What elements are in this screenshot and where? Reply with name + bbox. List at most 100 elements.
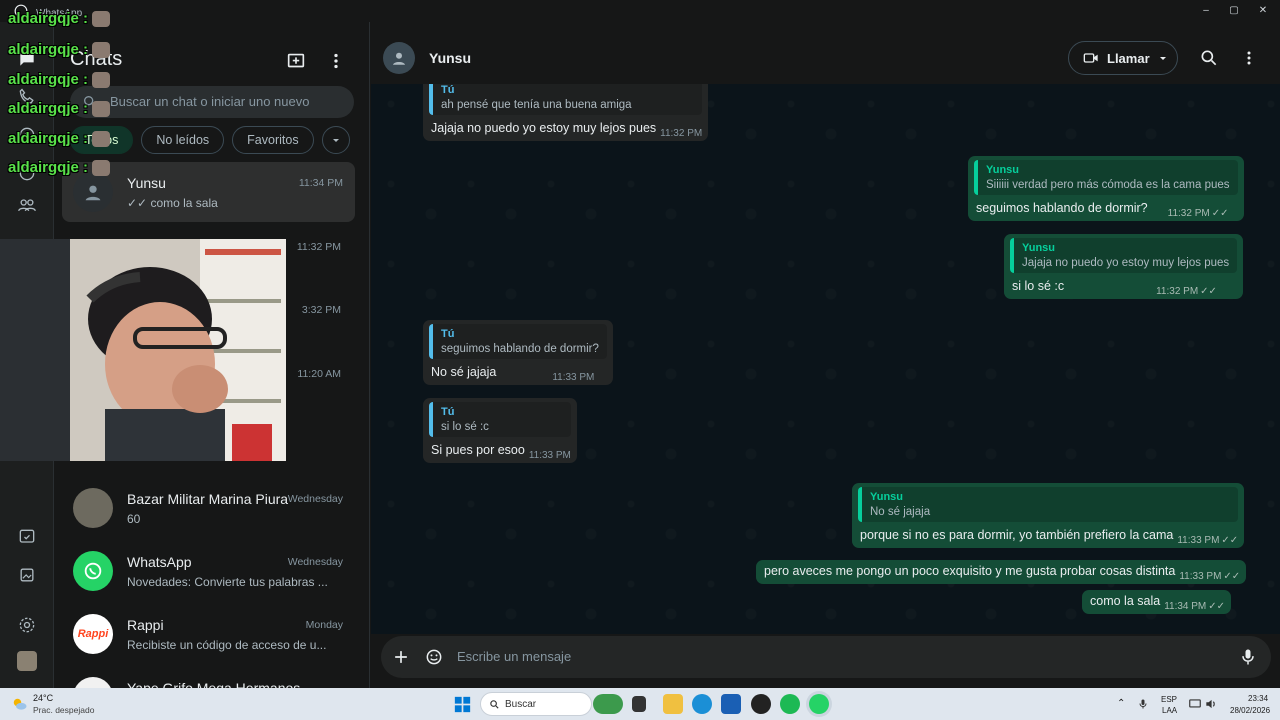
message-bubble-outgoing[interactable]: Yunsu Jajaja no puedo yo estoy muy lejos …: [1004, 234, 1244, 299]
chevron-down-icon: [332, 139, 339, 142]
chat-name: Yape Grifo Mega Hermanos: [127, 680, 301, 688]
close-button[interactable]: ✕: [1254, 4, 1272, 18]
rappi-logo-icon: Rappi: [77, 628, 109, 640]
conversation-pane: Yunsu Llamar Tú ah pensé que tenía una bu…: [371, 22, 1280, 688]
contact-avatar[interactable]: [383, 42, 415, 74]
chat-name: Yunsu: [127, 175, 166, 191]
filter-more-dropdown[interactable]: [321, 126, 350, 154]
weather-sun-cloud-icon: [13, 698, 27, 710]
new-chat-icon[interactable]: [285, 50, 307, 72]
filter-favorites[interactable]: Favoritos: [232, 126, 314, 154]
contact-name[interactable]: Yunsu: [429, 50, 471, 66]
double-check-icon: ✓✓: [1221, 535, 1239, 546]
chat-item-rappi[interactable]: Rappi Rappi Monday Recibiste un código d…: [62, 604, 355, 664]
profile-avatar[interactable]: [17, 651, 37, 671]
clock-date: 28/02/2026: [1230, 706, 1271, 715]
maximize-button[interactable]: ▢: [1225, 4, 1243, 18]
double-check-icon: ✓✓: [1211, 208, 1229, 219]
minimize-button[interactable]: –: [1197, 4, 1215, 18]
chat-item-whatsapp[interactable]: WhatsApp Wednesday Novedades: Convierte …: [62, 541, 355, 601]
settings-icon[interactable]: [14, 612, 40, 638]
quoted-message[interactable]: Yunsu No sé jajaja: [858, 487, 1239, 522]
chat-item-bazar[interactable]: Bazar Militar Marina Piura Wednesday 60: [62, 478, 355, 538]
emote-icon: [92, 131, 111, 148]
message-bubble-outgoing[interactable]: Yunsu No sé jajaja porque si no es para d…: [852, 483, 1245, 548]
quote-text: Siiiiii verdad pero más cómoda es la cam…: [986, 179, 1230, 191]
message-time: 11:33 PM: [1177, 535, 1220, 546]
chat-search-input[interactable]: Buscar un chat o iniciar uno nuevo: [70, 86, 354, 118]
emoji-sticker-icon[interactable]: [424, 647, 444, 667]
microphone-icon[interactable]: [1238, 647, 1258, 667]
task-view-icon[interactable]: [632, 696, 646, 712]
message-text: si lo sé :c: [1012, 279, 1065, 293]
message-bubble-incoming[interactable]: Tú ah pensé que tenía una buena amiga Jaj…: [423, 84, 709, 141]
file-explorer-icon[interactable]: [663, 694, 683, 714]
message-time: 11:32 PM: [660, 128, 703, 139]
message-bubble-incoming[interactable]: Tú si lo sé :c Si pues por esoo 11:33 PM: [423, 398, 577, 463]
filter-chips: Todos No leídos Favoritos: [70, 126, 350, 156]
message-list: Tú ah pensé que tenía una buena amiga Jaj…: [371, 84, 1280, 634]
search-icon: [490, 700, 499, 709]
media-gallery-icon[interactable]: [14, 562, 40, 588]
obs-studio-icon[interactable]: [751, 694, 771, 714]
quote-text: Jajaja no puedo yo estoy muy lejos pues: [1022, 257, 1230, 269]
message-bubble-outgoing[interactable]: como la sala 11:34 PM ✓✓: [1082, 590, 1232, 614]
chat-time: Monday: [305, 619, 343, 631]
menu-dots-icon[interactable]: [1239, 48, 1259, 68]
spotify-icon[interactable]: [780, 694, 800, 714]
message-bubble-outgoing[interactable]: Yunsu Siiiiii verdad pero más cómoda es l…: [968, 156, 1244, 221]
message-time: 11:32 PM: [1156, 286, 1199, 297]
quote-text: ah pensé que tenía una buena amiga: [441, 99, 632, 111]
whatsapp-window: WhatsApp – ▢ ✕ Chats Buscar un chat o in…: [0, 0, 1280, 688]
communities-icon[interactable]: [14, 192, 40, 218]
overlay-username: aldairgqje: [8, 130, 79, 147]
microphone-icon[interactable]: [1137, 697, 1149, 711]
quote-author: Yunsu: [1022, 242, 1056, 254]
call-button[interactable]: Llamar: [1068, 41, 1178, 75]
clock-time[interactable]: 23:34: [1248, 694, 1268, 703]
menu-dots-icon[interactable]: [325, 50, 347, 72]
filter-unread[interactable]: No leídos: [141, 126, 225, 154]
whatsapp-taskbar-icon[interactable]: [809, 694, 829, 714]
quoted-message[interactable]: Yunsu Siiiiii verdad pero más cómoda es l…: [974, 160, 1238, 195]
network-icon[interactable]: [1188, 697, 1202, 711]
taskbar-search-label: Buscar: [505, 699, 537, 710]
attach-plus-icon[interactable]: [391, 647, 411, 667]
input-language[interactable]: ESP: [1161, 695, 1177, 704]
quote-text: No sé jajaja: [870, 506, 931, 518]
emote-icon: [92, 42, 111, 59]
weather-temp[interactable]: 24°C: [33, 693, 53, 703]
quoted-message[interactable]: Tú seguimos hablando de dormir?: [429, 324, 607, 359]
emote-icon: [92, 101, 111, 118]
search-icon[interactable]: [1199, 48, 1219, 68]
double-check-icon: ✓✓: [1223, 571, 1241, 582]
quoted-message[interactable]: Tú si lo sé :c: [429, 402, 571, 437]
overlay-username: aldairgqje: [8, 10, 79, 27]
taskbar-search[interactable]: Buscar: [480, 692, 592, 716]
windows-start-icon[interactable]: [454, 696, 471, 713]
overlay-username: aldairgqje: [8, 100, 79, 117]
chat-name: Rappi: [127, 617, 164, 633]
quoted-message[interactable]: Yunsu Jajaja no puedo yo estoy muy lejos …: [1010, 238, 1238, 273]
volume-icon[interactable]: [1204, 697, 1218, 711]
message-bubble-incoming[interactable]: Tú seguimos hablando de dormir? No sé jaj…: [423, 320, 613, 385]
quoted-message[interactable]: Tú ah pensé que tenía una buena amiga: [429, 84, 703, 115]
chat-name: Bazar Militar Marina Piura: [127, 491, 289, 507]
emote-icon: [92, 11, 111, 28]
quote-author: Tú: [441, 406, 455, 418]
overlay-username: aldairgqje: [8, 41, 79, 58]
edge-browser-icon[interactable]: [692, 694, 712, 714]
message-text: seguimos hablando de dormir?: [976, 201, 1148, 215]
message-composer[interactable]: Escribe un mensaje: [381, 636, 1271, 678]
tray-overflow-icon[interactable]: ⌃: [1117, 698, 1125, 709]
chat-time: 11:32 PM: [296, 241, 341, 253]
widget-landscape-icon[interactable]: [593, 694, 623, 714]
default-avatar-icon: [393, 52, 405, 65]
overlay-chat-line: aldairgqje :: [8, 100, 111, 118]
message-time: 11:33 PM: [552, 372, 595, 383]
meta-ai-icon[interactable]: [14, 524, 40, 550]
message-time: 11:33 PM: [528, 450, 571, 461]
chat-item-yape[interactable]: Yape Grifo Mega Hermanos: [62, 667, 355, 688]
message-bubble-outgoing[interactable]: pero aveces me pongo un poco exquisito y…: [756, 560, 1247, 584]
microsoft-store-icon[interactable]: [721, 694, 741, 714]
